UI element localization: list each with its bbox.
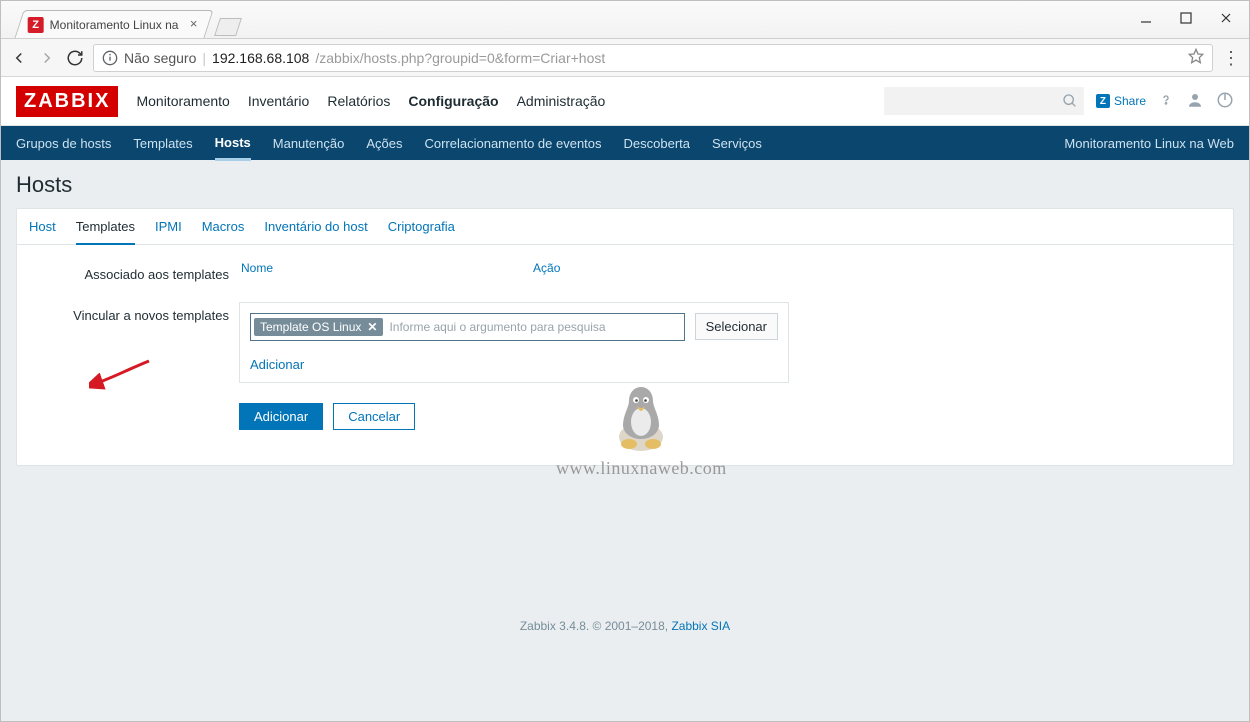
main-menu-administracao[interactable]: Administração xyxy=(517,77,606,125)
subnav-hosts[interactable]: Hosts xyxy=(215,126,251,161)
share-link[interactable]: Z Share xyxy=(1096,94,1146,108)
template-tag-label: Template OS Linux xyxy=(260,320,361,334)
browser-tab[interactable]: Z Monitoramento Linux na × xyxy=(14,10,213,38)
page-viewport: ZABBIX Monitoramento Inventário Relatóri… xyxy=(1,77,1249,721)
col-nome: Nome xyxy=(241,261,273,275)
close-icon[interactable]: × xyxy=(188,19,200,31)
sub-nav: Grupos de hosts Templates Hosts Manutenç… xyxy=(1,126,1249,160)
tab-templates[interactable]: Templates xyxy=(76,219,135,245)
url-host: 192.168.68.108 xyxy=(212,50,309,66)
add-link[interactable]: Adicionar xyxy=(250,357,304,372)
minimize-button[interactable] xyxy=(1129,7,1163,29)
user-icon[interactable] xyxy=(1186,91,1204,112)
tab-macros[interactable]: Macros xyxy=(202,219,245,244)
subnav-descoberta[interactable]: Descoberta xyxy=(624,126,690,160)
zabbix-logo[interactable]: ZABBIX xyxy=(16,86,118,117)
main-menu-relatorios[interactable]: Relatórios xyxy=(327,77,390,125)
subnav-right-text: Monitoramento Linux na Web xyxy=(1064,136,1234,151)
reload-button[interactable] xyxy=(65,48,85,68)
form-tabs: Host Templates IPMI Macros Inventário do… xyxy=(17,209,1233,245)
share-label: Share xyxy=(1114,94,1146,108)
tab-host[interactable]: Host xyxy=(29,219,56,244)
browser-tab-title: Monitoramento Linux na xyxy=(50,18,182,32)
global-search-input[interactable] xyxy=(884,87,1084,115)
tab-criptografia[interactable]: Criptografia xyxy=(388,219,455,244)
browser-toolbar: Não seguro | 192.168.68.108/zabbix/hosts… xyxy=(1,39,1249,77)
url-path: /zabbix/hosts.php?groupid=0&form=Criar+h… xyxy=(315,50,605,66)
main-menu-monitoramento[interactable]: Monitoramento xyxy=(136,77,229,125)
main-menu-inventario[interactable]: Inventário xyxy=(248,77,309,125)
close-window-button[interactable] xyxy=(1209,7,1243,29)
url-separator: | xyxy=(202,50,206,66)
browser-title-bar: Z Monitoramento Linux na × xyxy=(1,1,1249,39)
search-icon xyxy=(1062,93,1078,109)
share-badge-icon: Z xyxy=(1096,94,1110,108)
template-search-input[interactable] xyxy=(387,317,680,337)
label-link-new-templates: Vincular a novos templates xyxy=(29,302,239,323)
info-icon xyxy=(102,50,118,66)
form-panel: Host Templates IPMI Macros Inventário do… xyxy=(16,208,1234,466)
subnav-servicos[interactable]: Serviços xyxy=(712,126,762,160)
template-multiselect[interactable]: Template OS Linux ✕ xyxy=(250,313,685,341)
cancel-button[interactable]: Cancelar xyxy=(333,403,415,430)
template-tag: Template OS Linux ✕ xyxy=(254,318,383,336)
subnav-acoes[interactable]: Ações xyxy=(366,126,402,160)
subnav-manutencao[interactable]: Manutenção xyxy=(273,126,345,160)
col-acao: Ação xyxy=(533,261,560,275)
tab-inventario[interactable]: Inventário do host xyxy=(264,219,367,244)
bookmark-star-icon[interactable] xyxy=(1188,48,1204,67)
maximize-button[interactable] xyxy=(1169,7,1203,29)
footer-link[interactable]: Zabbix SIA xyxy=(671,619,730,633)
annotation-arrow xyxy=(89,357,159,397)
tab-ipmi[interactable]: IPMI xyxy=(155,219,182,244)
help-icon[interactable] xyxy=(1158,92,1174,111)
select-button[interactable]: Selecionar xyxy=(695,313,778,340)
browser-window: Z Monitoramento Linux na × Não seguro | … xyxy=(0,0,1250,722)
label-linked-templates: Associado aos templates xyxy=(29,261,239,282)
insecure-label: Não seguro xyxy=(124,50,196,66)
remove-tag-icon[interactable]: ✕ xyxy=(367,320,377,334)
address-bar[interactable]: Não seguro | 192.168.68.108/zabbix/hosts… xyxy=(93,44,1213,72)
subnav-grupos[interactable]: Grupos de hosts xyxy=(16,126,111,160)
subnav-templates[interactable]: Templates xyxy=(133,126,192,160)
footer: Zabbix 3.4.8. © 2001–2018, Zabbix SIA xyxy=(1,605,1249,637)
back-button[interactable] xyxy=(9,48,29,68)
footer-text: Zabbix 3.4.8. © 2001–2018, xyxy=(520,619,672,633)
zabbix-favicon: Z xyxy=(28,17,44,33)
new-tab-button[interactable] xyxy=(214,18,242,36)
main-menu: Monitoramento Inventário Relatórios Conf… xyxy=(136,77,605,125)
app-header: ZABBIX Monitoramento Inventário Relatóri… xyxy=(1,77,1249,126)
logout-icon[interactable] xyxy=(1216,91,1234,112)
page-title: Hosts xyxy=(16,172,1234,198)
forward-button xyxy=(37,48,57,68)
main-menu-configuracao[interactable]: Configuração xyxy=(408,77,498,125)
browser-menu-button[interactable]: ⋮ xyxy=(1221,48,1241,68)
submit-button[interactable]: Adicionar xyxy=(239,403,323,430)
link-new-templates-group: Template OS Linux ✕ Selecionar Adicionar xyxy=(239,302,789,383)
